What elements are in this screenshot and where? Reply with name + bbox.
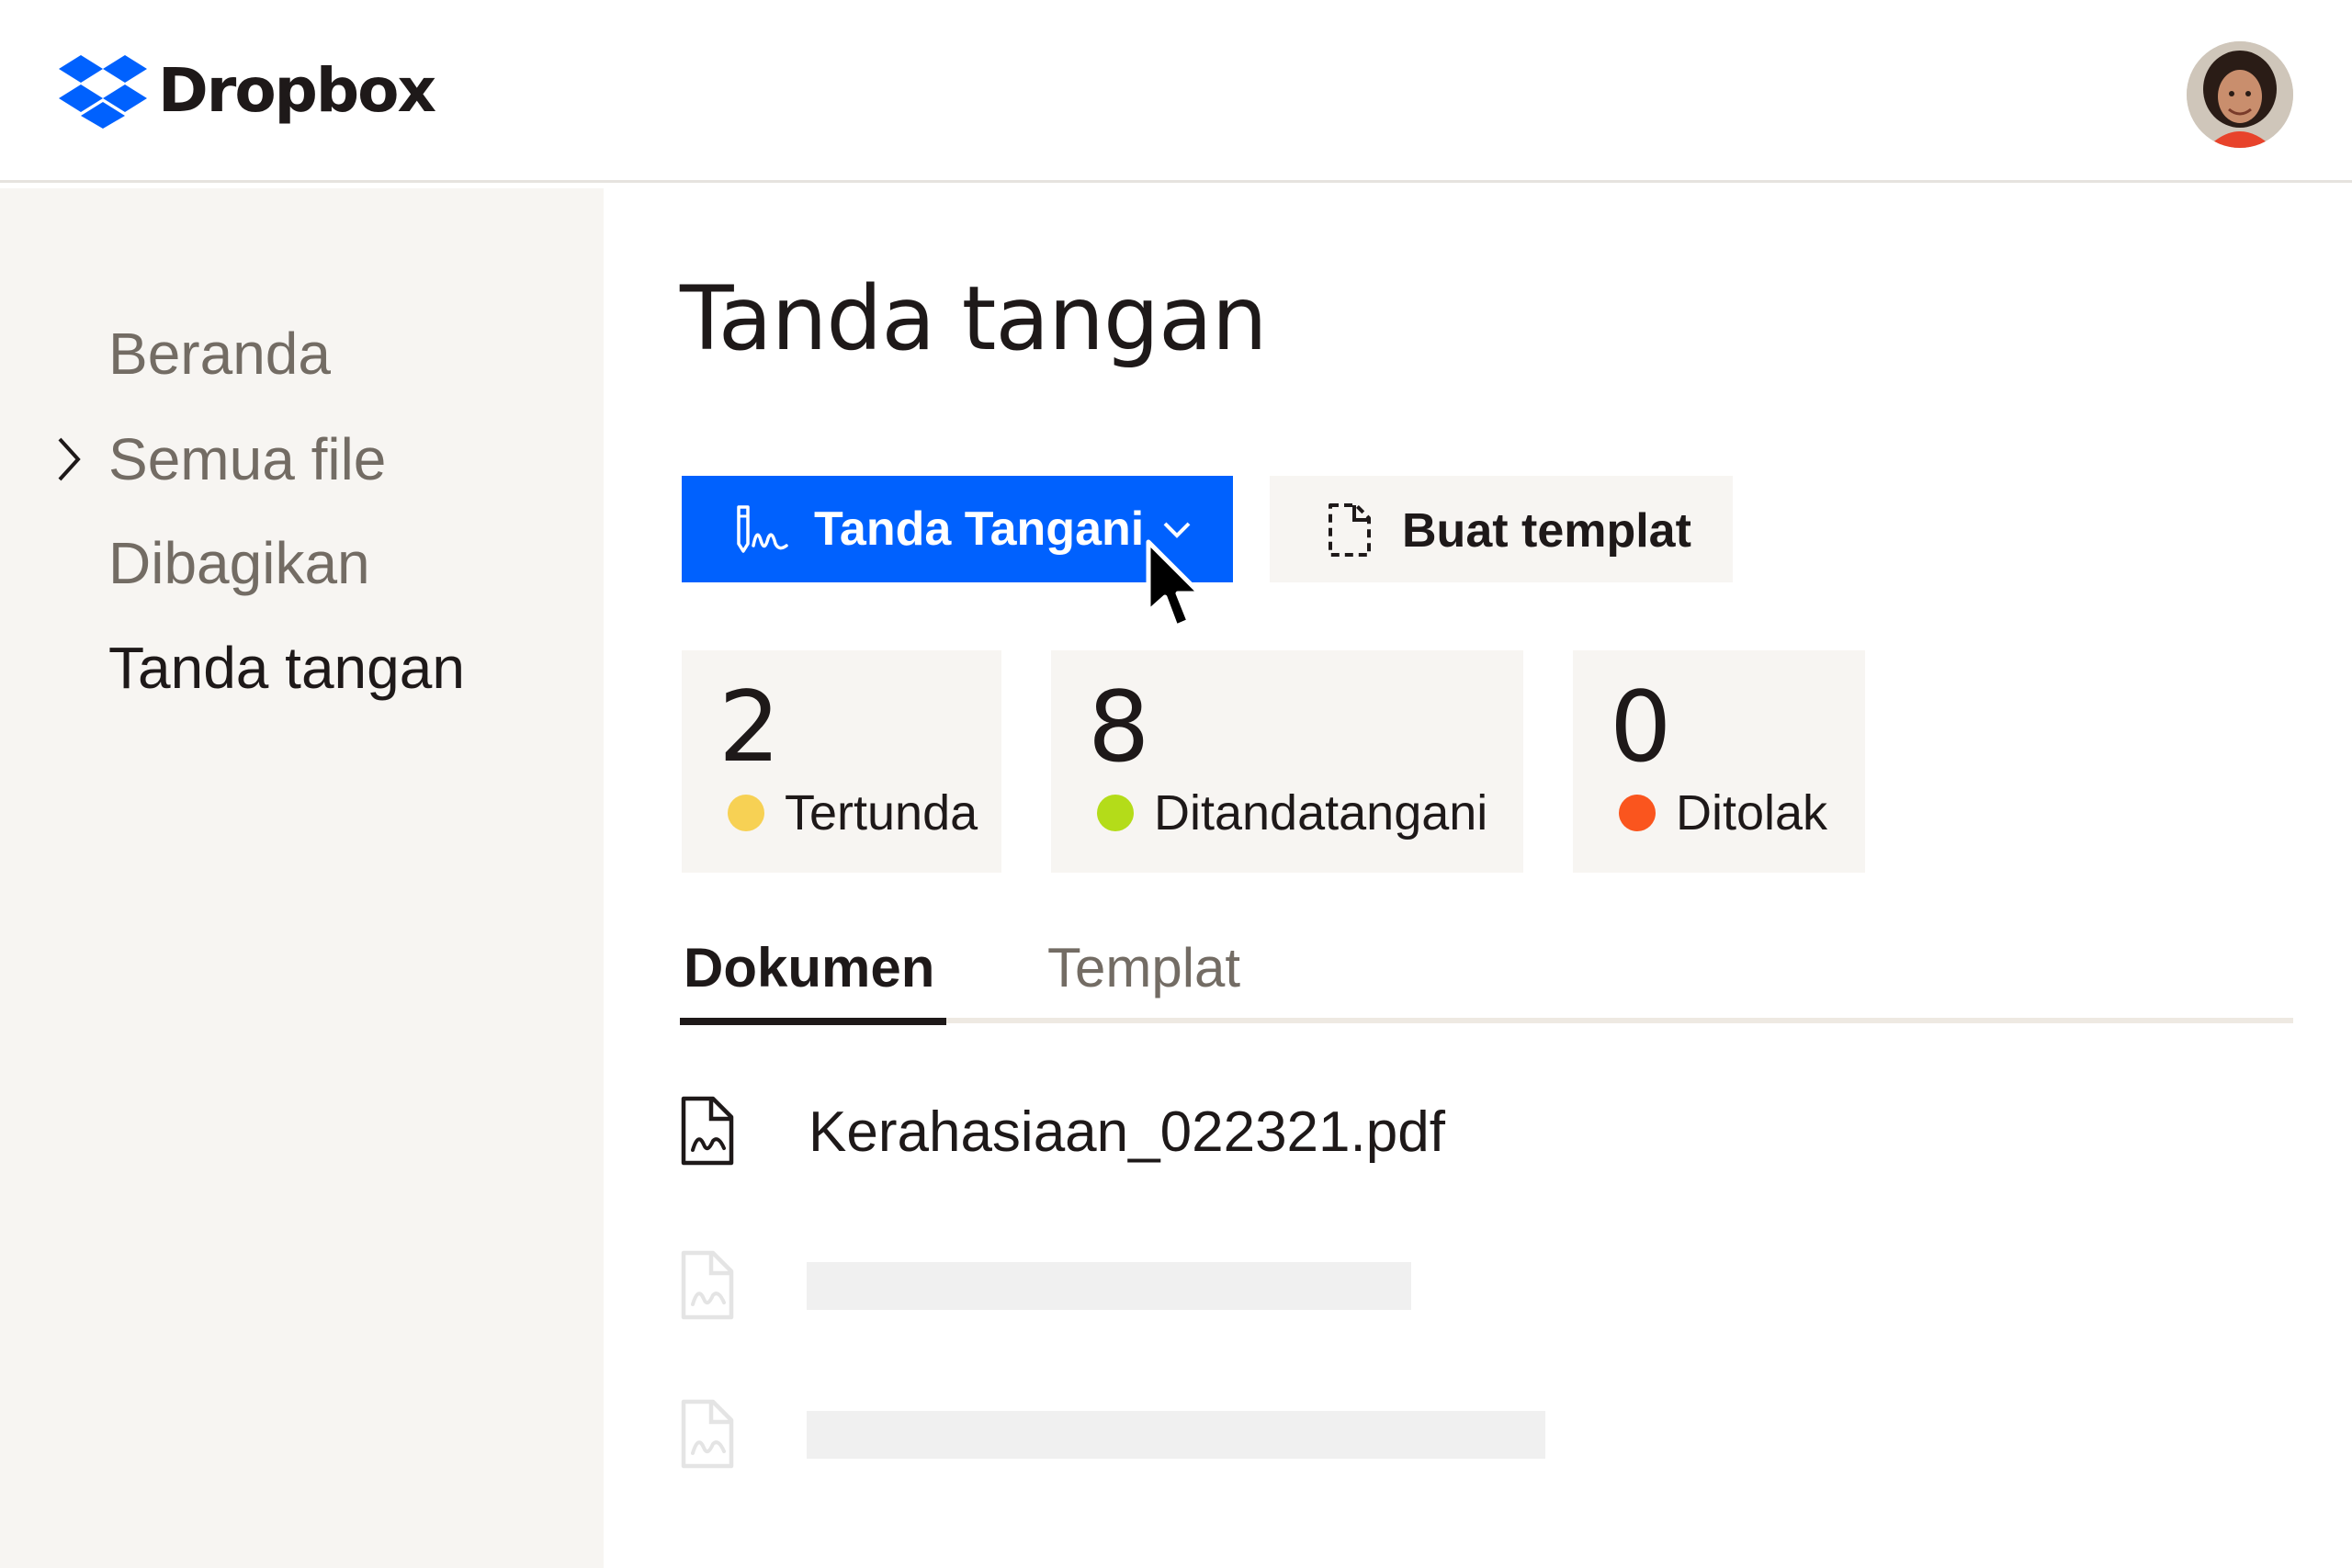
status-dot-yellow — [728, 795, 764, 831]
document-placeholder-icon — [681, 1399, 734, 1469]
sidebar-item-tanda-tangan[interactable]: Tanda tangan — [0, 622, 604, 714]
tab-label: Templat — [1047, 937, 1241, 998]
sidebar-item-beranda[interactable]: Beranda — [0, 308, 604, 400]
loading-placeholder-bar — [807, 1262, 1411, 1310]
sign-button-label: Tanda Tangani — [814, 502, 1145, 556]
stat-value: 0 — [1610, 671, 1672, 784]
document-row[interactable]: Kerahasiaan_022321.pdf — [680, 1095, 2293, 1178]
stat-card-rejected[interactable]: 0 Ditolak — [1573, 650, 1865, 873]
document-row-placeholder — [680, 1249, 2293, 1332]
stat-value: 2 — [718, 671, 781, 784]
stat-label: Tertunda — [785, 785, 978, 840]
user-avatar[interactable] — [2187, 41, 2293, 148]
document-placeholder-icon — [681, 1250, 734, 1320]
loading-placeholder-bar — [807, 1411, 1545, 1459]
stat-card-pending[interactable]: 2 Tertunda — [682, 650, 1001, 873]
sidebar-item-dibagikan[interactable]: Dibagikan — [0, 517, 604, 609]
sidebar: Beranda Semua file Dibagikan Tanda tanga… — [0, 188, 604, 1568]
create-template-label: Buat templat — [1402, 504, 1691, 558]
dropbox-logo-icon — [59, 55, 147, 129]
stat-label: Ditolak — [1676, 785, 1828, 840]
tab-dokumen[interactable]: Dokumen — [680, 928, 946, 1025]
create-template-button[interactable]: Buat templat — [1270, 476, 1733, 582]
sidebar-item-label: Dibagikan — [108, 530, 370, 596]
document-tabs: Dokumen Templat — [680, 928, 2293, 1025]
sidebar-item-label: Beranda — [108, 321, 331, 387]
status-dot-red — [1619, 795, 1656, 831]
avatar-photo — [2187, 41, 2293, 148]
signed-document-icon — [681, 1096, 734, 1166]
status-dot-green — [1097, 795, 1134, 831]
stat-card-signed[interactable]: 8 Ditandatangani — [1051, 650, 1523, 873]
tab-templat[interactable]: Templat — [1047, 928, 1240, 1025]
document-name: Kerahasiaan_022321.pdf — [808, 1100, 1445, 1164]
sidebar-item-semua-file[interactable]: Semua file — [0, 413, 604, 505]
brand-name: Dropbox — [158, 55, 436, 126]
dropbox-logo[interactable]: Dropbox — [59, 53, 436, 129]
stat-value: 8 — [1088, 671, 1150, 784]
tab-label: Dokumen — [684, 937, 935, 998]
document-row-placeholder — [680, 1398, 2293, 1481]
signature-pen-icon — [737, 505, 788, 553]
chevron-right-icon[interactable] — [55, 435, 83, 483]
mouse-cursor-icon — [1146, 539, 1203, 629]
top-bar: Dropbox — [0, 0, 2352, 183]
stat-label: Ditandatangani — [1154, 785, 1488, 840]
page-title: Tanda tangan — [680, 267, 1268, 370]
template-document-icon — [1329, 503, 1371, 557]
sidebar-item-label: Tanda tangan — [108, 635, 465, 701]
sidebar-item-label: Semua file — [108, 426, 387, 492]
